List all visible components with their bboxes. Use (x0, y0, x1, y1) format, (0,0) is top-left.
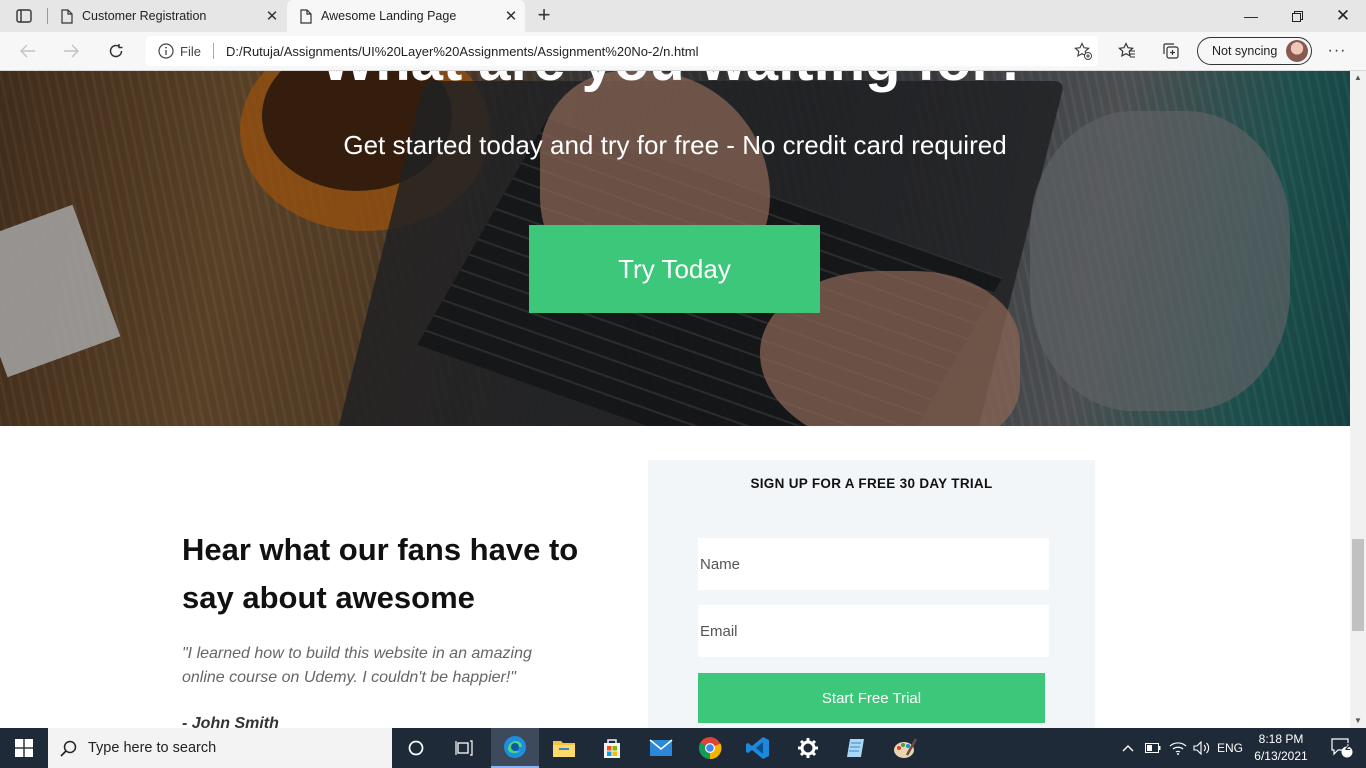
paint-icon (894, 738, 917, 758)
chevron-up-icon (1122, 745, 1134, 752)
notification-badge: 2 (1345, 742, 1351, 753)
tab-title: Awesome Landing Page (321, 9, 457, 23)
new-tab-button[interactable]: + (530, 4, 558, 28)
tab-actions-icon (16, 9, 32, 23)
close-tab-icon[interactable]: ✕ (258, 7, 286, 25)
testimonial-quote: "I learned how to build this website in … (182, 645, 532, 686)
refresh-button[interactable] (101, 37, 131, 65)
taskbar-vscode[interactable] (734, 728, 782, 768)
tab-actions-button[interactable] (0, 0, 48, 32)
task-view-icon (455, 740, 473, 756)
scroll-down-icon[interactable]: ▼ (1350, 714, 1366, 728)
restore-button[interactable] (1274, 0, 1320, 32)
collections-icon (1163, 43, 1179, 59)
avatar (1286, 40, 1308, 62)
taskbar-store[interactable] (588, 728, 636, 768)
edge-icon (504, 736, 526, 758)
address-separator (212, 43, 214, 59)
forward-button[interactable] (56, 37, 86, 65)
hero-heading: What are you waiting for? (0, 71, 1350, 94)
clock-date: 6/13/2021 (1254, 749, 1308, 763)
address-bar[interactable]: File D:/Rutuja/Assignments/UI%20Layer%20… (146, 36, 1098, 66)
mail-icon (649, 739, 673, 756)
show-hidden-icons-button[interactable] (1118, 728, 1138, 768)
clock-time: 8:18 PM (1258, 732, 1304, 746)
speaker-icon (1193, 741, 1210, 755)
arrow-right-icon (64, 44, 79, 58)
more-menu-button[interactable]: ··· (1322, 37, 1352, 65)
page-icon (291, 8, 321, 24)
cortana-icon (408, 740, 424, 756)
search-icon (48, 740, 88, 757)
info-icon[interactable] (152, 43, 180, 59)
vscode-icon (746, 737, 769, 759)
close-tab-icon[interactable]: ✕ (497, 7, 525, 25)
network-status[interactable] (1166, 728, 1190, 768)
back-button[interactable] (13, 37, 43, 65)
signup-form: SIGN UP FOR A FREE 30 DAY TRIAL Start Fr… (648, 460, 1095, 728)
taskbar-file-explorer[interactable] (540, 728, 588, 768)
favorites-icon (1118, 42, 1135, 58)
page-viewport: What are you waiting for? Get started to… (0, 71, 1350, 728)
tab-title: Customer Registration (82, 9, 207, 23)
taskbar-chrome[interactable] (686, 728, 734, 768)
gear-icon (798, 738, 818, 758)
restore-icon (1291, 10, 1303, 22)
taskbar-edge[interactable] (491, 728, 539, 768)
close-window-button[interactable]: ✕ (1320, 0, 1366, 32)
scrollbar-thumb[interactable] (1352, 539, 1364, 631)
taskbar-paint[interactable] (881, 728, 929, 768)
windows-logo-icon (15, 739, 33, 757)
ellipsis-icon: ··· (1327, 42, 1347, 59)
try-today-button[interactable]: Try Today (529, 225, 820, 313)
battery-status[interactable] (1142, 728, 1164, 768)
taskbar-mail[interactable] (637, 728, 685, 768)
search-placeholder: Type here to search (88, 740, 217, 756)
page-scrollbar[interactable]: ▲ ▼ (1350, 71, 1366, 728)
taskbar-search-box[interactable]: Type here to search (48, 728, 392, 768)
add-favorite-icon[interactable] (1068, 42, 1098, 60)
profile-label: Not syncing (1212, 44, 1278, 58)
minimize-button[interactable]: — (1228, 0, 1274, 32)
input-language[interactable]: ENG (1214, 728, 1246, 768)
profile-button[interactable]: Not syncing (1197, 37, 1312, 65)
folder-icon (553, 741, 575, 757)
task-view-button[interactable] (440, 728, 488, 768)
file-label: File (180, 43, 201, 59)
favorites-button[interactable] (1112, 37, 1142, 65)
collections-button[interactable] (1156, 37, 1186, 65)
store-icon (604, 739, 620, 758)
hero-subheading: Get started today and try for free - No … (343, 130, 1007, 160)
tab-awesome-landing-page[interactable]: Awesome Landing Page ✕ (287, 0, 525, 32)
arrow-left-icon (20, 44, 35, 58)
start-button[interactable] (0, 728, 48, 768)
testimonial-author: - John Smith (182, 715, 279, 728)
browser-toolbar: File D:/Rutuja/Assignments/UI%20Layer%20… (0, 32, 1366, 71)
action-center-button[interactable]: 2 (1318, 728, 1366, 768)
cortana-button[interactable] (392, 728, 440, 768)
chrome-icon (699, 737, 722, 760)
battery-icon (1145, 743, 1161, 753)
taskbar-notepad[interactable] (832, 728, 880, 768)
hero-section: What are you waiting for? Get started to… (0, 71, 1350, 426)
tab-customer-registration[interactable]: Customer Registration ✕ (48, 0, 286, 32)
taskbar-settings[interactable] (784, 728, 832, 768)
notepad-icon (847, 739, 864, 757)
tab-strip: Customer Registration ✕ Awesome Landing … (0, 0, 1366, 32)
taskbar: Type here to search ENG 8:18 PM 6/13/202… (0, 728, 1366, 768)
start-free-trial-button[interactable]: Start Free Trial (698, 673, 1045, 723)
taskbar-clock[interactable]: 8:18 PM 6/13/2021 (1246, 731, 1316, 765)
volume-control[interactable] (1191, 728, 1213, 768)
url-text[interactable]: D:/Rutuja/Assignments/UI%20Layer%20Assig… (226, 44, 1068, 59)
wifi-icon (1169, 742, 1187, 755)
page-icon (52, 8, 82, 24)
refresh-icon (109, 44, 123, 58)
testimonial-title: Hear what our fans have to say about awe… (182, 532, 579, 615)
scroll-up-icon[interactable]: ▲ (1350, 71, 1366, 85)
name-field[interactable] (698, 538, 1049, 590)
email-field[interactable] (698, 605, 1049, 657)
signup-title: SIGN UP FOR A FREE 30 DAY TRIAL (750, 476, 993, 491)
